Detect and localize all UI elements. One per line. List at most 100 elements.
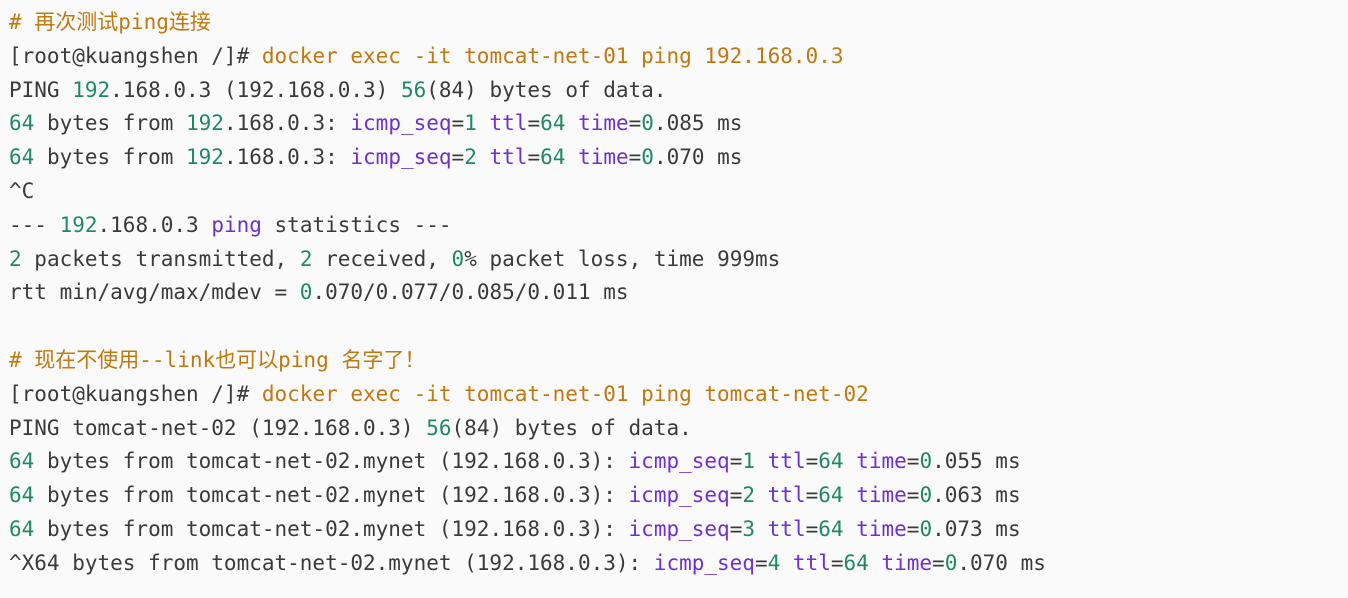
code-token-number: 1: [464, 111, 477, 136]
code-token-number: 64: [9, 449, 35, 474]
code-token-text: =: [628, 145, 642, 170]
code-token-text: =: [906, 483, 920, 508]
code-token-text: .070 ms: [653, 145, 743, 170]
code-token-keyword: ttl: [489, 111, 528, 136]
code-token-keyword: time: [578, 145, 629, 170]
code-token-number: 56: [400, 77, 427, 102]
code-token-text: % packet loss, time 999ms: [464, 246, 781, 271]
code-token-number: 0: [299, 280, 313, 305]
code-token-number: 192: [59, 212, 98, 237]
code-line: PING 192.168.0.3 (192.168.0.3) 56(84) by…: [9, 74, 1046, 108]
code-token-text: =: [729, 516, 743, 541]
code-token-prompt: [root@kuangshen /]#: [9, 43, 262, 68]
code-token-keyword: time: [856, 483, 907, 508]
code-token-text: .070/0.077/0.085/0.011 ms: [312, 280, 629, 305]
code-token-text: rtt min/avg/max/mdev =: [9, 280, 300, 305]
code-token-keyword: ttl: [767, 449, 806, 474]
code-token-text: .168.0.3 (192.168.0.3): [110, 77, 401, 102]
code-token-keyword: icmp_seq: [350, 111, 452, 136]
code-token-number: 2: [464, 145, 477, 170]
code-token-comment: # 再次测试ping连接: [9, 10, 211, 34]
code-token-number: 192: [186, 111, 224, 136]
code-token-text: PING tomcat-net-02 (192.168.0.3): [9, 415, 427, 440]
code-token-number: 0: [451, 246, 465, 271]
code-token-text: =: [754, 550, 768, 575]
code-token-number: 3: [742, 516, 755, 541]
code-token-text: .168.0.3:: [223, 111, 351, 136]
code-token-number: 0: [944, 550, 958, 575]
code-token-keyword: icmp_seq: [628, 449, 730, 474]
code-token-text: (84) bytes of data.: [451, 415, 692, 440]
code-token-number: 2: [742, 483, 755, 508]
code-token-number: 2: [9, 246, 22, 271]
code-token-number: 0: [919, 483, 933, 508]
code-token-keyword: icmp_seq: [653, 550, 755, 575]
code-token-prompt: [root@kuangshen /]#: [9, 381, 262, 406]
code-token-text: .063 ms: [932, 483, 1021, 508]
code-token-number: 4: [767, 550, 781, 575]
code-token-keyword: icmp_seq: [628, 483, 730, 508]
code-token-text: =: [451, 145, 465, 170]
code-token-text: bytes from tomcat-net-02.mynet (192.168.…: [34, 483, 629, 508]
code-token-text: =: [805, 483, 819, 508]
code-token-number: 1: [742, 449, 755, 474]
code-token-command: docker exec -it tomcat-net-01 ping 192.1…: [261, 43, 844, 68]
code-token-text: ^C: [9, 178, 35, 203]
code-token-keyword: ttl: [767, 483, 806, 508]
code-token-text: .168.0.3:: [223, 145, 351, 170]
code-token-comment: # 现在不使用--link也可以ping 名字了！: [9, 347, 426, 372]
code-token-text: =: [932, 550, 945, 575]
code-line: --- 192.168.0.3 ping statistics ---: [9, 209, 1046, 243]
code-token-text: statistics ---: [261, 212, 452, 237]
code-token-number: 0: [919, 516, 933, 541]
code-token-number: 64: [9, 145, 35, 170]
code-token-text: .070 ms: [957, 550, 1046, 575]
code-token-text: ^X64 bytes from tomcat-net-02.mynet (192…: [9, 550, 654, 575]
code-token-text: bytes from: [34, 145, 187, 170]
code-token-text: .085 ms: [653, 111, 743, 136]
code-token-text: =: [805, 449, 819, 474]
code-token-text: .055 ms: [932, 449, 1021, 474]
code-line: ^X64 bytes from tomcat-net-02.mynet (192…: [9, 547, 1046, 581]
code-token-number: 0: [641, 111, 654, 136]
code-token-text: =: [628, 111, 642, 136]
code-token-text: bytes from: [34, 111, 187, 136]
code-line: # 再次测试ping连接: [9, 6, 1046, 40]
code-token-text: .168.0.3: [97, 212, 212, 237]
code-token-number: 64: [540, 111, 566, 136]
code-token-text: =: [830, 550, 844, 575]
code-line: 64 bytes from tomcat-net-02.mynet (192.1…: [9, 479, 1046, 513]
code-token-text: .073 ms: [932, 516, 1021, 541]
code-token-number: 2: [299, 246, 313, 271]
code-line: [root@kuangshen /]# docker exec -it tomc…: [9, 40, 1046, 74]
code-token-text: =: [729, 483, 743, 508]
code-token-keyword: time: [578, 111, 629, 136]
code-token-text: =: [451, 111, 465, 136]
code-token-number: 64: [818, 483, 844, 508]
code-line: PING tomcat-net-02 (192.168.0.3) 56(84) …: [9, 412, 1046, 446]
code-token-number: 64: [818, 449, 844, 474]
code-token-number: 192: [72, 77, 111, 102]
code-token-text: =: [729, 449, 743, 474]
code-token-keyword: time: [856, 449, 907, 474]
code-token-text: =: [527, 145, 541, 170]
code-token-number: 64: [9, 111, 35, 136]
code-token-text: =: [527, 111, 541, 136]
code-token-text: =: [906, 516, 920, 541]
code-line: [root@kuangshen /]# docker exec -it tomc…: [9, 378, 1046, 412]
code-block: # 再次测试ping连接 [root@kuangshen /]# docker e…: [9, 6, 1046, 581]
code-token-number: 64: [9, 483, 35, 508]
code-line: 64 bytes from 192.168.0.3: icmp_seq=2 tt…: [9, 141, 1046, 175]
code-token-number: 64: [818, 516, 844, 541]
code-token-keyword: icmp_seq: [350, 145, 452, 170]
code-token-number: 64: [9, 516, 35, 541]
code-line: 64 bytes from tomcat-net-02.mynet (192.1…: [9, 513, 1046, 547]
